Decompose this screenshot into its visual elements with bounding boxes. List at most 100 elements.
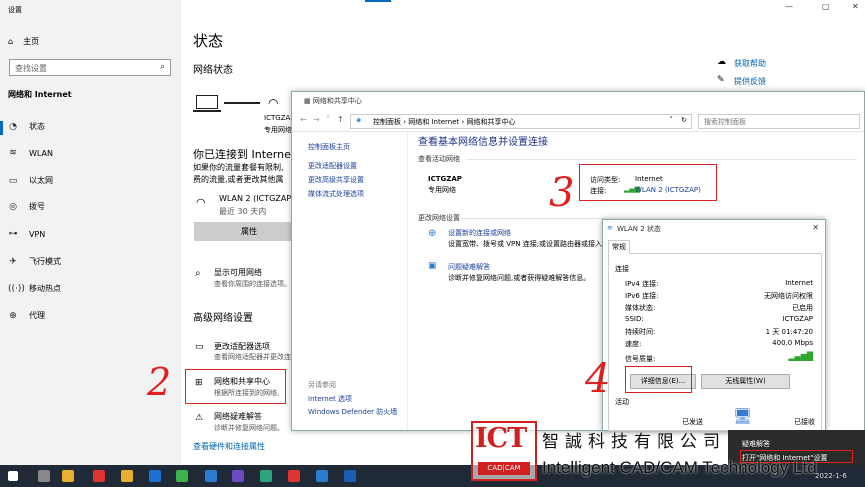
wechat-icon[interactable] <box>176 470 188 482</box>
refresh-icon[interactable]: ↻ <box>681 116 687 124</box>
warning-icon: ⚠ <box>195 413 204 423</box>
app-icon[interactable] <box>344 470 356 482</box>
title-accent <box>365 0 391 2</box>
app-icon[interactable] <box>260 470 272 482</box>
annotation-4: 4 <box>585 356 611 402</box>
globe-icon: ⊕ <box>9 310 17 321</box>
nc-search-input[interactable]: 搜索控制面板 <box>698 114 860 129</box>
up-icon[interactable]: ↑ <box>337 115 344 124</box>
available-networks-icon: ⌕ <box>195 268 201 279</box>
change-adapter-link[interactable]: 更改适配器选项 <box>214 341 270 352</box>
ws-general-panel: 连接 IPv4 连接: Internet IPv6 连接: 无网络访问权限 媒体… <box>608 253 822 431</box>
app-icon[interactable] <box>93 470 105 482</box>
nc-network-name: ICTGZAP <box>428 175 462 183</box>
ws-row-label: SSID: <box>625 315 644 323</box>
feedback-icon: ✎ <box>717 75 725 85</box>
new-connection-icon: ⊕ <box>428 228 437 239</box>
sidebar-item-hotspot[interactable]: ((·)) 移动热点 <box>8 283 61 294</box>
nc-link-firewall[interactable]: Windows Defender 防火墙 <box>308 407 397 417</box>
settings-search-input[interactable]: 查找设置 ⌕ <box>9 59 171 76</box>
nc-link-home[interactable]: 控制面板主页 <box>308 142 350 152</box>
sidebar-item-ethernet[interactable]: ▭ 以太网 <box>8 175 53 186</box>
nc-link-inet-options[interactable]: Internet 选项 <box>308 394 352 404</box>
divider <box>467 159 857 160</box>
nc-connection-link[interactable]: WLAN 2 (ICTGZAP) <box>635 186 701 194</box>
logo-text: ICT <box>475 423 527 454</box>
nc-breadcrumb[interactable]: ◈ 控制面板 › 网络和 Internet › 网络和共享中心 ˅ ↻ <box>350 114 692 129</box>
minimize-icon[interactable]: — <box>785 2 793 11</box>
network-status-heading: 网络状态 <box>193 65 233 76</box>
nc-troubleshoot-desc: 诊断并修复网络问题,或者获得疑难解答信息。 <box>448 274 591 282</box>
recent-icon[interactable]: ˅ <box>326 115 330 124</box>
nc-setup-new-link[interactable]: 设置新的连接或网络 <box>448 228 511 238</box>
nc-link-adapter[interactable]: 更改适配器设置 <box>308 161 357 171</box>
app-icon[interactable] <box>316 470 328 482</box>
close-icon[interactable]: ✕ <box>812 223 819 232</box>
menu-item-troubleshoot[interactable]: 疑难解答 <box>742 439 770 449</box>
wifi-signal-icon: ◠ <box>268 96 279 110</box>
signal-bars-icon: ▂▄▆█ <box>788 352 813 361</box>
sidebar-home[interactable]: ⌂ 主页 <box>8 36 39 47</box>
ws-activity-section: 活动 <box>615 398 629 406</box>
sidebar-item-dialup[interactable]: ◎ 拨号 <box>8 201 45 212</box>
divider <box>460 218 605 219</box>
properties-button[interactable]: 属性 <box>194 222 304 241</box>
dropdown-icon[interactable]: ˅ <box>670 116 674 124</box>
active-indicator <box>0 121 3 135</box>
logo-subtext: CAD|CAM <box>478 462 530 475</box>
sidebar-item-airplane[interactable]: ✈ 飞行模式 <box>8 256 61 267</box>
explorer-icon[interactable] <box>62 470 74 482</box>
troubleshoot-icon: ▣ <box>428 261 437 271</box>
search-icon[interactable] <box>38 470 50 482</box>
wifi-window-icon: ≋ <box>607 224 613 232</box>
nc-left-pane: 控制面板主页 更改适配器设置 更改高级共享设置 媒体流式处理选项 另请参阅 In… <box>292 132 408 430</box>
sidebar-item-label: 代理 <box>29 311 45 320</box>
nc-see-also: 另请参阅 <box>308 381 336 389</box>
sidebar-item-vpn[interactable]: ⊶ VPN <box>8 229 46 239</box>
nc-network-type: 专用网络 <box>428 186 456 194</box>
ws-row-value: 400.0 Mbps <box>772 339 813 347</box>
nc-active-networks: 查看活动网络 <box>418 155 460 163</box>
start-icon[interactable] <box>8 471 18 481</box>
hw-props-link[interactable]: 查看硬件和连接属性 <box>193 441 265 452</box>
show-available-link[interactable]: 显示可用网络 <box>214 267 262 278</box>
close-icon[interactable]: ✕ <box>852 2 859 11</box>
troubleshoot-link[interactable]: 网络疑难解答 <box>214 411 262 422</box>
private-net-label: 专用网络 <box>264 126 292 134</box>
nc-troubleshoot-link[interactable]: 问题疑难解答 <box>448 262 490 272</box>
sidebar-item-wlan[interactable]: ≋ WLAN <box>8 148 53 158</box>
tab-general[interactable]: 常规 <box>608 240 630 254</box>
outlook-icon[interactable] <box>149 470 161 482</box>
back-icon[interactable]: ← <box>300 115 307 124</box>
troubleshoot-desc: 诊断并修复网络问题。 <box>214 424 284 432</box>
ws-row-value: 已启用 <box>792 304 813 312</box>
app-icon[interactable] <box>232 470 244 482</box>
sidebar-item-label: 飞行模式 <box>29 257 61 266</box>
nc-link-sharing[interactable]: 更改高级共享设置 <box>308 175 364 185</box>
sidebar-item-label: 拨号 <box>29 202 45 211</box>
ws-row-value: 1 天 01:47:20 <box>765 328 813 336</box>
adapter-icon: ▭ <box>195 342 204 352</box>
help-link[interactable]: 获取帮助 <box>734 58 766 69</box>
ws-sent-label: 已发送 <box>682 418 703 426</box>
control-panel-icon: ◈ <box>356 116 362 124</box>
app-icon[interactable] <box>288 470 300 482</box>
app-icon[interactable] <box>205 470 217 482</box>
annotation-3: 3 <box>549 170 575 216</box>
sidebar-section-title: 网络和 Internet <box>8 90 72 99</box>
forward-icon[interactable]: → <box>313 115 320 124</box>
status-icon: ◔ <box>9 121 17 132</box>
net-sharing-center-link[interactable]: 网络和共享中心 <box>214 376 270 387</box>
sidebar-item-proxy[interactable]: ⊕ 代理 <box>8 310 45 321</box>
ws-received-label: 已接收 <box>794 418 815 426</box>
wireless-props-button[interactable]: 无线属性(W) <box>701 374 790 389</box>
wifi-icon: ≋ <box>9 148 17 158</box>
feedback-link[interactable]: 提供反馈 <box>734 76 766 87</box>
net-sharing-desc: 根据所连接到的网络, <box>214 389 280 397</box>
sidebar-item-label: VPN <box>29 229 46 239</box>
folder-icon[interactable] <box>121 470 133 482</box>
nc-link-media[interactable]: 媒体流式处理选项 <box>308 189 364 199</box>
search-icon: ⌕ <box>159 62 165 72</box>
sidebar-item-status[interactable]: ◔ 状态 <box>8 121 45 132</box>
maximize-icon[interactable]: ▢ <box>822 2 830 11</box>
